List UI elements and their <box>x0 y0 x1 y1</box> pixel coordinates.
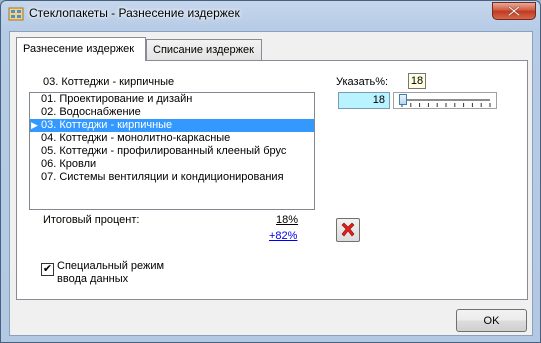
list-item[interactable]: 01. Проектирование и дизайн <box>30 93 314 106</box>
tab-cost-allocation[interactable]: Разнесение издержек <box>16 37 146 61</box>
list-item[interactable]: 04. Коттеджи - монолитно-каркасные <box>30 132 314 145</box>
special-mode-label-line2: ввода данных <box>57 273 129 285</box>
percent-slider[interactable] <box>393 92 497 109</box>
list-item-label: 06. Кровли <box>41 158 97 170</box>
close-icon <box>508 6 520 16</box>
red-x-icon <box>341 222 355 237</box>
selected-item-header: 03. Коттеджи - кирпичные <box>43 76 175 88</box>
list-item[interactable]: 06. Кровли <box>30 158 314 171</box>
total-percent-value: 18% <box>276 214 299 226</box>
list-item-label: 03. Коттеджи - кирпичные <box>41 119 173 131</box>
selection-arrow-icon: ▶ <box>31 120 38 130</box>
dialog-window: Стеклопакеты - Разнесение издержек Разне… <box>0 0 541 343</box>
client-area: Разнесение издержек Списание издержек 03… <box>9 31 533 336</box>
slider-thumb[interactable] <box>399 94 407 105</box>
list-item-label: 04. Коттеджи - монолитно-каркасные <box>41 132 231 144</box>
delete-button[interactable] <box>336 218 360 242</box>
list-item[interactable]: 05. Коттеджи - профилированный клееный б… <box>30 145 314 158</box>
slider-value-tooltip: 18 <box>408 73 426 89</box>
list-item-label: 07. Системы вентиляции и кондиционирован… <box>41 171 284 183</box>
special-mode-label-line1: Специальный режим <box>57 260 165 272</box>
list-item-label: 05. Коттеджи - профилированный клееный б… <box>41 145 287 157</box>
percent-label: Указать%: <box>336 76 389 88</box>
percent-input[interactable]: 18 <box>338 92 390 109</box>
list-item[interactable]: 02. Водоснабжение <box>30 106 314 119</box>
tab-label: Списание издержек <box>153 44 254 56</box>
close-button[interactable] <box>492 2 536 20</box>
ok-button[interactable]: OK <box>456 309 527 332</box>
cost-items-listbox[interactable]: 01. Проектирование и дизайн 02. Водоснаб… <box>29 92 315 210</box>
app-icon <box>8 7 24 21</box>
ok-button-label: OK <box>483 314 500 327</box>
list-item-selected[interactable]: ▶ 03. Коттеджи - кирпичные <box>30 119 314 132</box>
slider-ticks <box>401 99 491 107</box>
tab-cost-writeoff[interactable]: Списание издержек <box>146 39 262 60</box>
total-percent-label: Итоговый процент: <box>43 214 140 226</box>
special-mode-checkbox[interactable]: ✔ <box>41 263 54 276</box>
tab-label: Разнесение издержек <box>23 43 135 55</box>
list-item-label: 01. Проектирование и дизайн <box>41 93 193 105</box>
title-bar[interactable]: Стеклопакеты - Разнесение издержек <box>1 1 540 27</box>
list-item[interactable]: 07. Системы вентиляции и кондиционирован… <box>30 171 314 184</box>
window-title: Стеклопакеты - Разнесение издержек <box>29 6 240 20</box>
remaining-percent-link[interactable]: +82% <box>269 230 297 242</box>
list-item-label: 02. Водоснабжение <box>41 106 141 118</box>
